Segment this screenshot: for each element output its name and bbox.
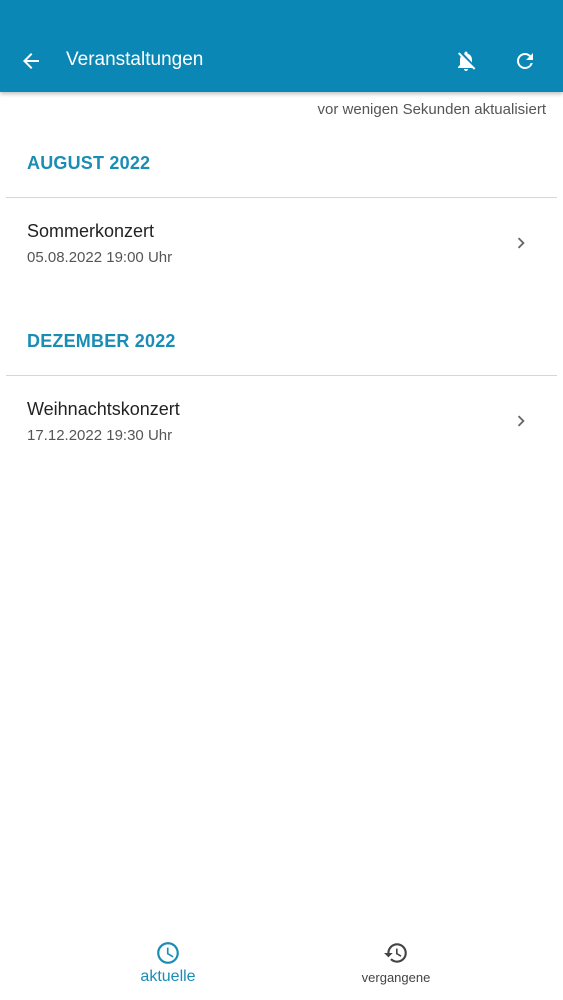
history-icon xyxy=(384,943,407,963)
app-screen: Veranstaltungen vor wenigen Sekunden akt… xyxy=(0,0,563,1000)
chevron-right-icon xyxy=(517,415,525,427)
event-title: Weihnachtskonzert xyxy=(27,399,180,419)
event-datetime: 17.12.2022 19:30 Uhr xyxy=(27,427,173,444)
last-updated-text: vor wenigen Sekunden aktualisiert xyxy=(317,101,546,118)
bottom-navigation: aktuelle vergangene xyxy=(0,928,563,1000)
refresh-button[interactable] xyxy=(508,44,542,78)
nav-label: vergangene xyxy=(361,970,431,985)
section-header-august-2022: AUGUST 2022 xyxy=(27,153,151,173)
back-button[interactable] xyxy=(14,44,48,78)
page-title: Veranstaltungen xyxy=(66,49,204,70)
nav-label: aktuelle xyxy=(140,968,196,985)
app-bar: Veranstaltungen xyxy=(0,0,563,92)
notifications-off-button[interactable] xyxy=(449,44,483,78)
clock-icon xyxy=(157,942,179,964)
event-datetime: 05.08.2022 19:00 Uhr xyxy=(27,249,173,266)
event-row-weihnachtskonzert[interactable]: Weihnachtskonzert 17.12.2022 19:30 Uhr xyxy=(0,376,563,456)
event-row-sommerkonzert[interactable]: Sommerkonzert 05.08.2022 19:00 Uhr xyxy=(0,198,563,278)
arrow-left-icon xyxy=(23,53,39,69)
section-header-dezember-2022: DEZEMBER 2022 xyxy=(27,331,176,351)
refresh-icon xyxy=(517,53,533,69)
chevron-right-icon xyxy=(517,237,525,249)
nav-item-vergangene[interactable]: vergangene xyxy=(326,928,466,1000)
event-title: Sommerkonzert xyxy=(27,221,155,241)
nav-item-aktuelle[interactable]: aktuelle xyxy=(98,928,238,1000)
bell-off-icon xyxy=(458,51,476,71)
